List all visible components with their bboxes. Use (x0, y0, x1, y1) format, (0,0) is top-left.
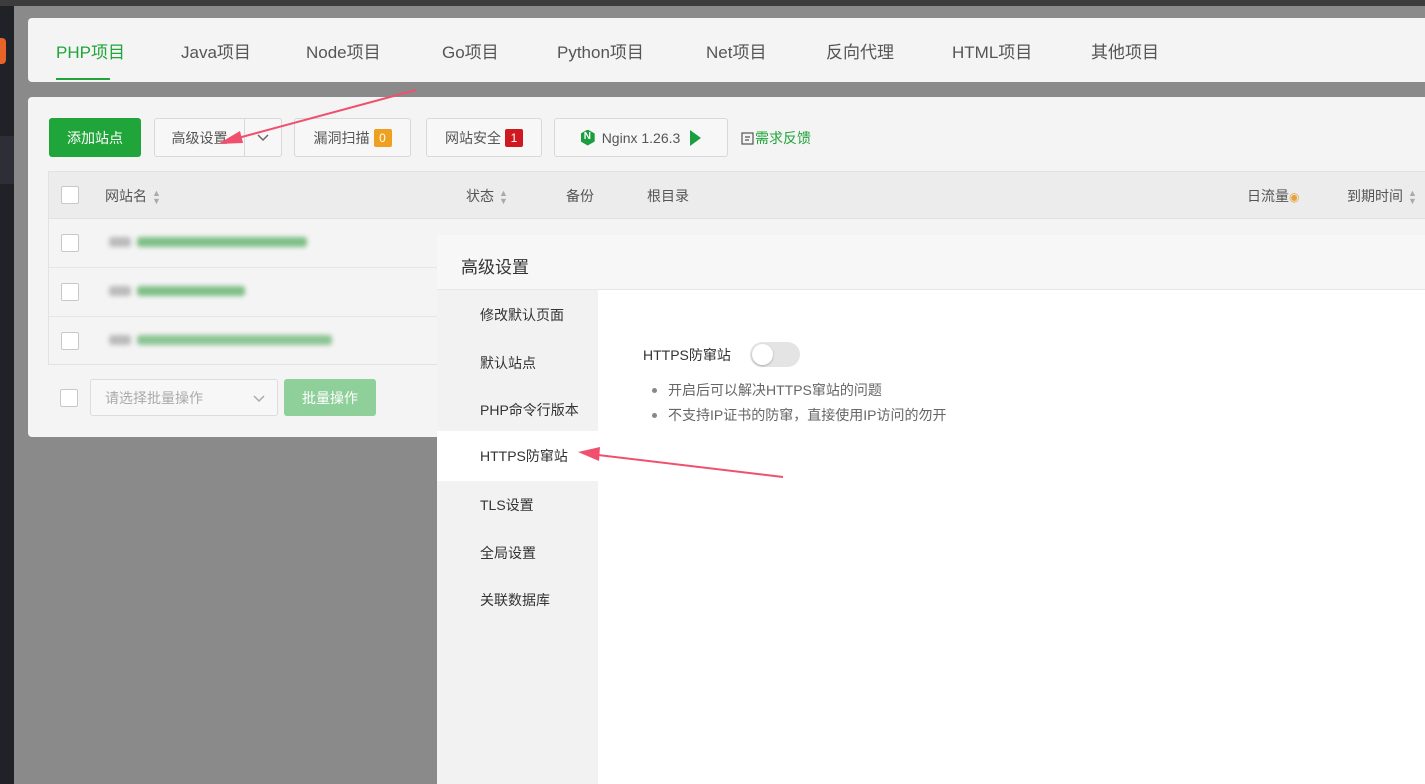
annotation-arrows (218, 89, 784, 478)
arrow-to-advanced-settings (218, 89, 417, 144)
arrow-to-https-menu (578, 447, 784, 478)
